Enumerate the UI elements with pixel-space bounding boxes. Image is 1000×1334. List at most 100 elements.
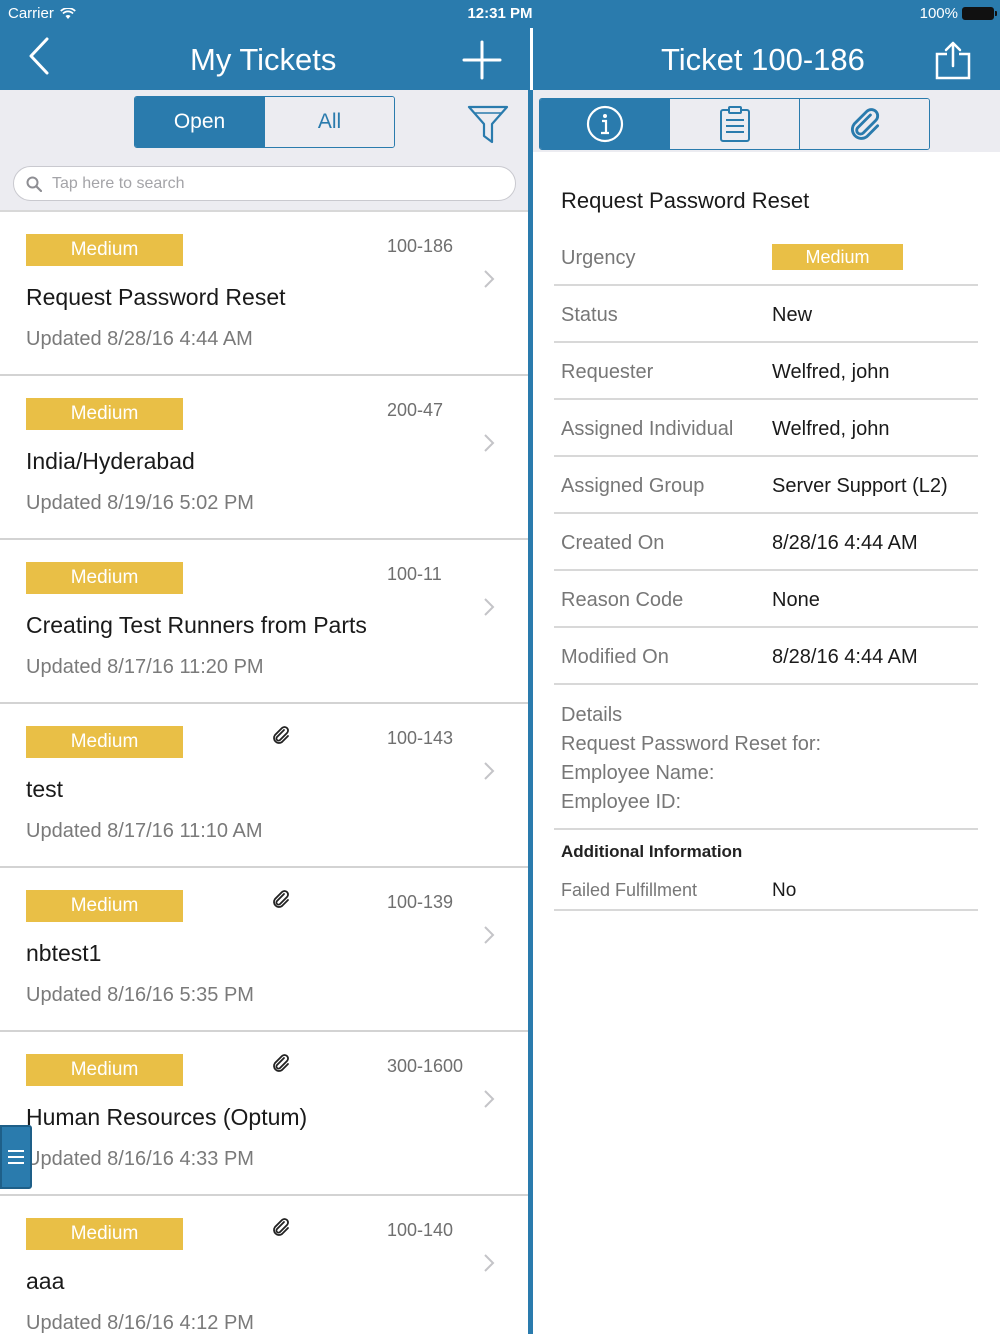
field-value: New: [772, 304, 813, 326]
field-label: Failed Fulfillment: [561, 880, 698, 900]
paperclip-icon: [273, 1054, 289, 1072]
urgency-badge: Medium: [26, 1054, 183, 1086]
ticket-updated: Updated 8/16/16 4:33 PM: [26, 1148, 254, 1170]
ticket-row[interactable]: Medium 300-1600 Human Resources (Optum) …: [0, 1032, 528, 1196]
ticket-title: test: [26, 776, 64, 802]
details-section: Details Request Password Reset for: Empl…: [554, 687, 978, 830]
urgency-badge: Medium: [26, 726, 183, 758]
details-line: Request Password Reset for:: [561, 733, 822, 755]
battery-indicator: 100%: [920, 5, 997, 22]
chevron-right-icon: [484, 434, 495, 452]
field-reason-code: Reason Code None: [554, 571, 978, 628]
field-value: Welfred, john: [772, 418, 890, 440]
urgency-badge: Medium: [26, 398, 183, 430]
add-ticket-button[interactable]: [462, 40, 502, 85]
chevron-right-icon: [484, 1254, 495, 1272]
ticket-row[interactable]: Medium 100-139 nbtest1 Updated 8/16/16 5…: [0, 868, 528, 1032]
detail-tab-bar: [533, 90, 1000, 152]
field-label: Assigned Group: [561, 475, 705, 497]
additional-info-header: Additional Information: [561, 842, 743, 861]
chevron-right-icon: [484, 270, 495, 288]
urgency-badge: Medium: [26, 234, 183, 266]
field-label: Assigned Individual: [561, 418, 734, 440]
chevron-right-icon: [484, 1090, 495, 1108]
ticket-updated: Updated 8/19/16 5:02 PM: [26, 492, 254, 514]
share-button[interactable]: [933, 40, 973, 85]
ticket-title: aaa: [26, 1268, 65, 1294]
field-value: No: [772, 880, 797, 901]
ticket-id: 300-1600: [387, 1056, 464, 1076]
open-all-segmented-control: Open All: [134, 96, 395, 148]
field-value: Server Support (L2): [772, 475, 948, 497]
search-icon: [26, 176, 42, 192]
ticket-id: 100-186: [387, 236, 454, 256]
tab-notes[interactable]: [669, 99, 799, 149]
chevron-right-icon: [484, 598, 495, 616]
side-menu-button[interactable]: [0, 1125, 32, 1189]
wifi-icon: [60, 7, 76, 19]
field-failed-fulfillment: Failed Fulfillment No: [554, 868, 978, 911]
field-value: None: [772, 589, 820, 611]
field-value: Welfred, john: [772, 361, 890, 383]
paperclip-icon: [850, 108, 879, 140]
ticket-detail-panel: Request Password Reset Urgency Medium St…: [533, 90, 1000, 1334]
chevron-right-icon: [484, 926, 495, 944]
ticket-title: Human Resources (Optum): [26, 1104, 308, 1130]
ticket-row[interactable]: Medium 100-186 Request Password Reset Up…: [0, 212, 528, 376]
urgency-badge: Medium: [26, 562, 183, 594]
field-modified-on: Modified On 8/28/16 4:44 AM: [554, 628, 978, 685]
search-bar[interactable]: [13, 166, 516, 201]
ticket-title: nbtest1: [26, 940, 102, 966]
status-time: 12:31 PM: [467, 5, 533, 22]
ticket-updated: Updated 8/17/16 11:20 PM: [26, 656, 264, 678]
back-button[interactable]: [26, 36, 52, 81]
battery-icon: [962, 7, 997, 20]
ticket-updated: Updated 8/16/16 5:35 PM: [26, 984, 254, 1006]
tab-attachments[interactable]: [799, 99, 929, 149]
details-line: Employee Name:: [561, 762, 715, 784]
ticket-row[interactable]: Medium 100-11 Creating Test Runners from…: [0, 540, 528, 704]
ticket-row[interactable]: Medium 200-47 India/Hyderabad Updated 8/…: [0, 376, 528, 540]
paperclip-icon: [273, 1218, 289, 1236]
field-label: Reason Code: [561, 589, 684, 611]
ticket-list: Medium 100-186 Request Password Reset Up…: [0, 212, 528, 1334]
funnel-icon: [467, 105, 509, 144]
ticket-updated: Updated 8/16/16 4:12 PM: [26, 1312, 254, 1334]
field-label: Created On: [561, 532, 665, 554]
search-input[interactable]: [52, 174, 472, 193]
ticket-title: Creating Test Runners from Parts: [26, 612, 367, 638]
field-urgency: Urgency Medium: [554, 229, 978, 286]
field-label: Requester: [561, 361, 654, 383]
chevron-right-icon: [484, 762, 495, 780]
ticket-list-panel: Open All Medium 100-186 Request Password…: [0, 90, 528, 1334]
segment-all[interactable]: All: [264, 97, 394, 147]
field-value: 8/28/16 4:44 AM: [772, 646, 918, 668]
chevron-left-icon: [29, 37, 49, 75]
urgency-badge: Medium: [772, 244, 903, 270]
filter-button[interactable]: [466, 102, 510, 151]
clipboard-icon: [719, 106, 750, 142]
ticket-id: 100-140: [387, 1220, 454, 1240]
field-assigned-individual: Assigned Individual Welfred, john: [554, 400, 978, 457]
tab-info[interactable]: [540, 99, 669, 149]
list-nav-bar: My Tickets: [0, 28, 530, 90]
status-bar: Carrier 12:31 PM 100%: [0, 0, 1000, 28]
ticket-id: 100-11: [387, 564, 442, 584]
field-value: 8/28/16 4:44 AM: [772, 532, 918, 554]
share-icon: [935, 41, 971, 80]
ticket-row[interactable]: Medium 100-143 test Updated 8/17/16 11:1…: [0, 704, 528, 868]
detail-nav-title: Ticket 100-186: [661, 42, 865, 77]
field-label: Modified On: [561, 646, 669, 668]
filter-bar: Open All: [0, 90, 528, 212]
ticket-title: India/Hyderabad: [26, 448, 195, 474]
urgency-badge: Medium: [26, 890, 183, 922]
field-created-on: Created On 8/28/16 4:44 AM: [554, 514, 978, 571]
details-line: Employee ID:: [561, 791, 682, 813]
carrier-indicator: Carrier: [8, 5, 76, 22]
ticket-id: 100-139: [387, 892, 454, 912]
segment-open[interactable]: Open: [135, 97, 264, 147]
list-title: My Tickets: [190, 42, 337, 77]
field-label: Urgency: [561, 247, 636, 269]
ticket-row[interactable]: Medium 100-140 aaa Updated 8/16/16 4:12 …: [0, 1196, 528, 1334]
hamburger-icon: [8, 1150, 24, 1164]
